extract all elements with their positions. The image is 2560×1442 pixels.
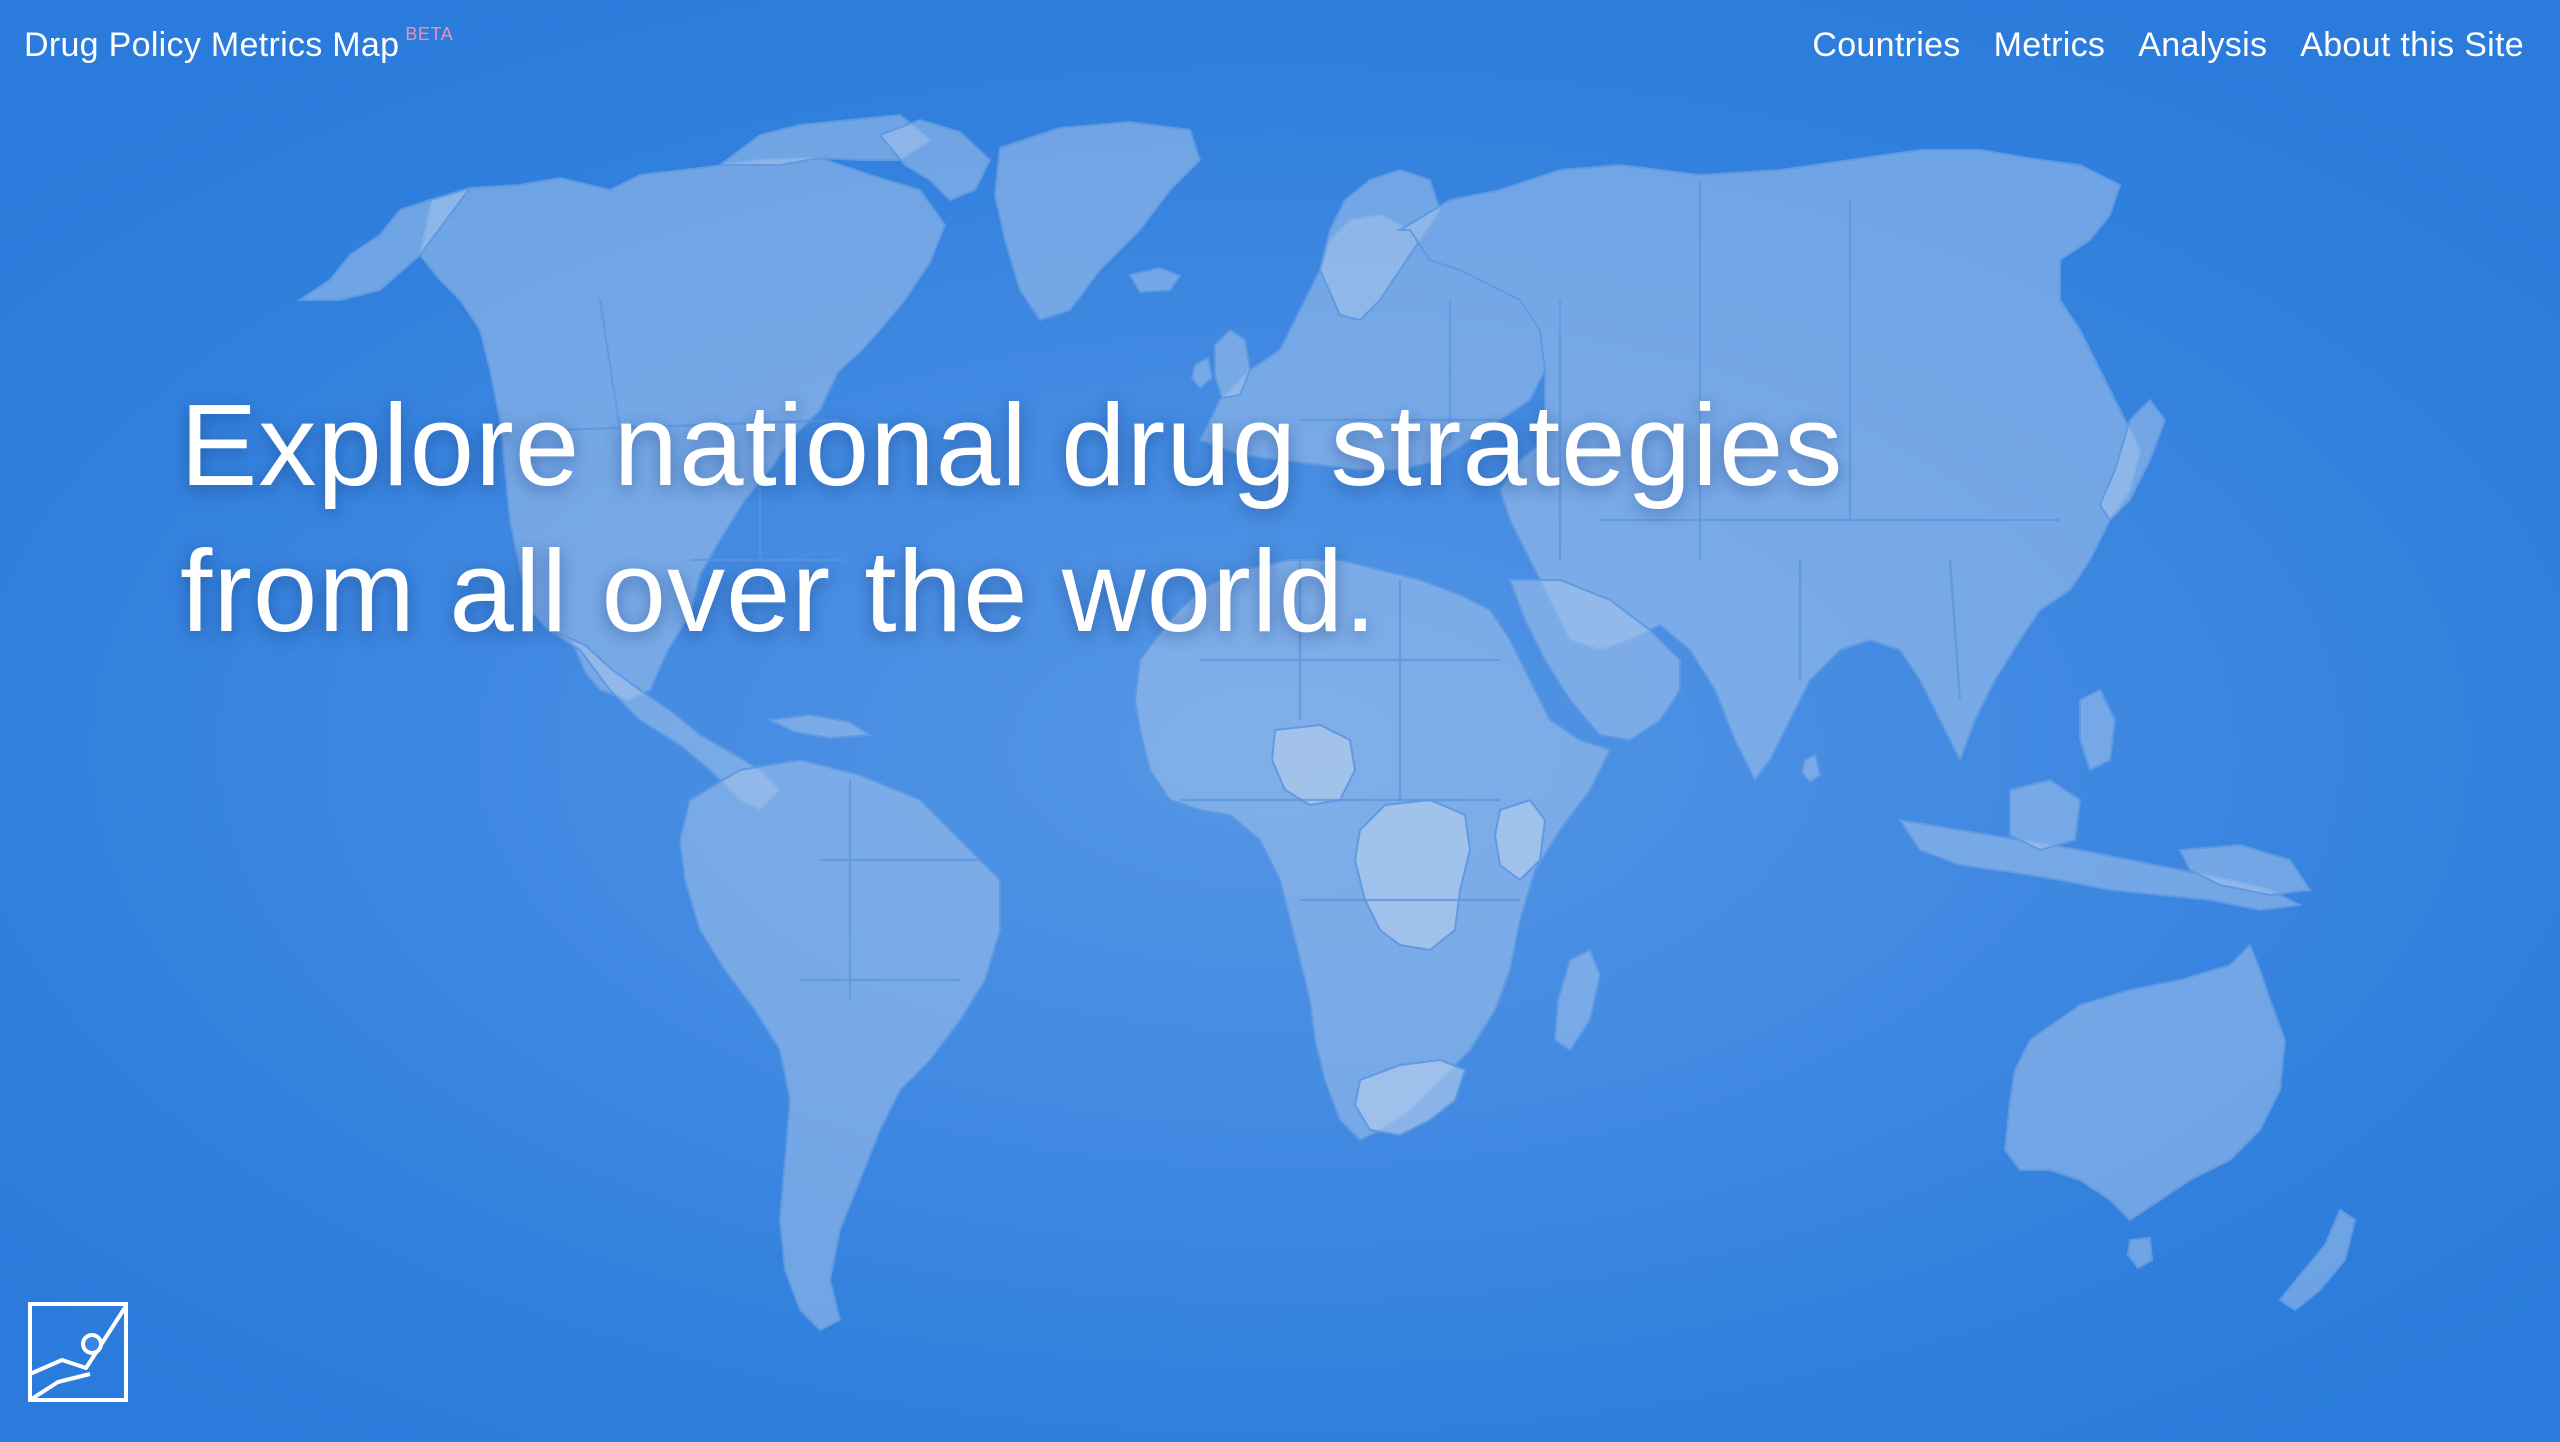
tasmania-shape [2126, 1236, 2154, 1270]
beta-badge: BETA [405, 24, 454, 44]
hero-line-2: from all over the world. [180, 526, 1378, 656]
site-title[interactable]: Drug Policy Metrics Map [24, 26, 399, 64]
nav-link-metrics[interactable]: Metrics [1994, 26, 2106, 65]
map-logo-icon[interactable] [28, 1302, 128, 1402]
australia-shape [2003, 943, 2287, 1222]
hero-line-1: Explore national drug strategies [180, 380, 1844, 510]
kenya-shape [1493, 798, 1547, 882]
philippines-shape [2079, 688, 2117, 772]
site-brand[interactable]: Drug Policy Metrics Map BETA [24, 24, 454, 65]
hero-headline: Explore national drug strategies from al… [180, 372, 1843, 664]
new-zealand-shape [2278, 1208, 2357, 1312]
main-nav: Countries Metrics Analysis About this Si… [1812, 26, 2524, 65]
world-map-background [296, 113, 2357, 1332]
iceland-shape [1128, 266, 1182, 294]
south-america-shape [678, 758, 1001, 1332]
nav-link-countries[interactable]: Countries [1812, 26, 1960, 65]
nav-link-about[interactable]: About this Site [2300, 26, 2524, 65]
madagascar-shape [1553, 948, 1602, 1052]
sri-lanka-shape [1800, 753, 1822, 784]
borneo-shape [2009, 778, 2082, 852]
nav-link-analysis[interactable]: Analysis [2138, 26, 2267, 65]
caribbean-shape [766, 713, 874, 740]
